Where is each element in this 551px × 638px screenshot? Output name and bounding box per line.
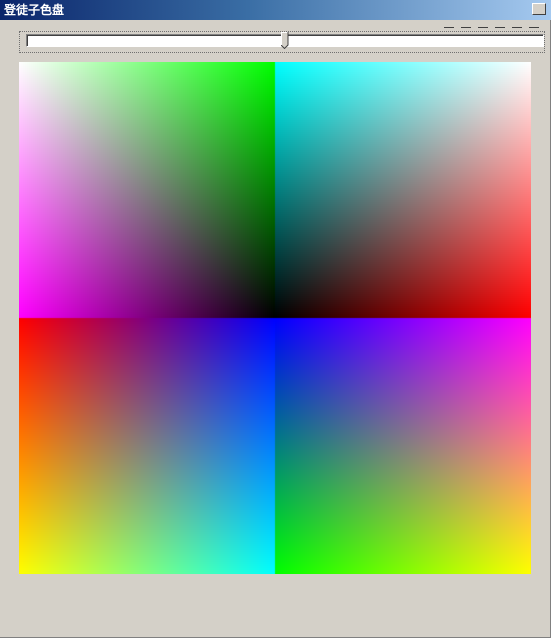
color-palette-window: 登徒子色盘	[0, 0, 551, 638]
color-palette-canvas[interactable]	[19, 62, 531, 574]
window-title: 登徒子色盘	[4, 3, 65, 17]
slider-thumb[interactable]	[281, 32, 289, 49]
title-bar[interactable]: 登徒子色盘	[0, 0, 551, 20]
title-bar-button[interactable]	[532, 3, 546, 15]
